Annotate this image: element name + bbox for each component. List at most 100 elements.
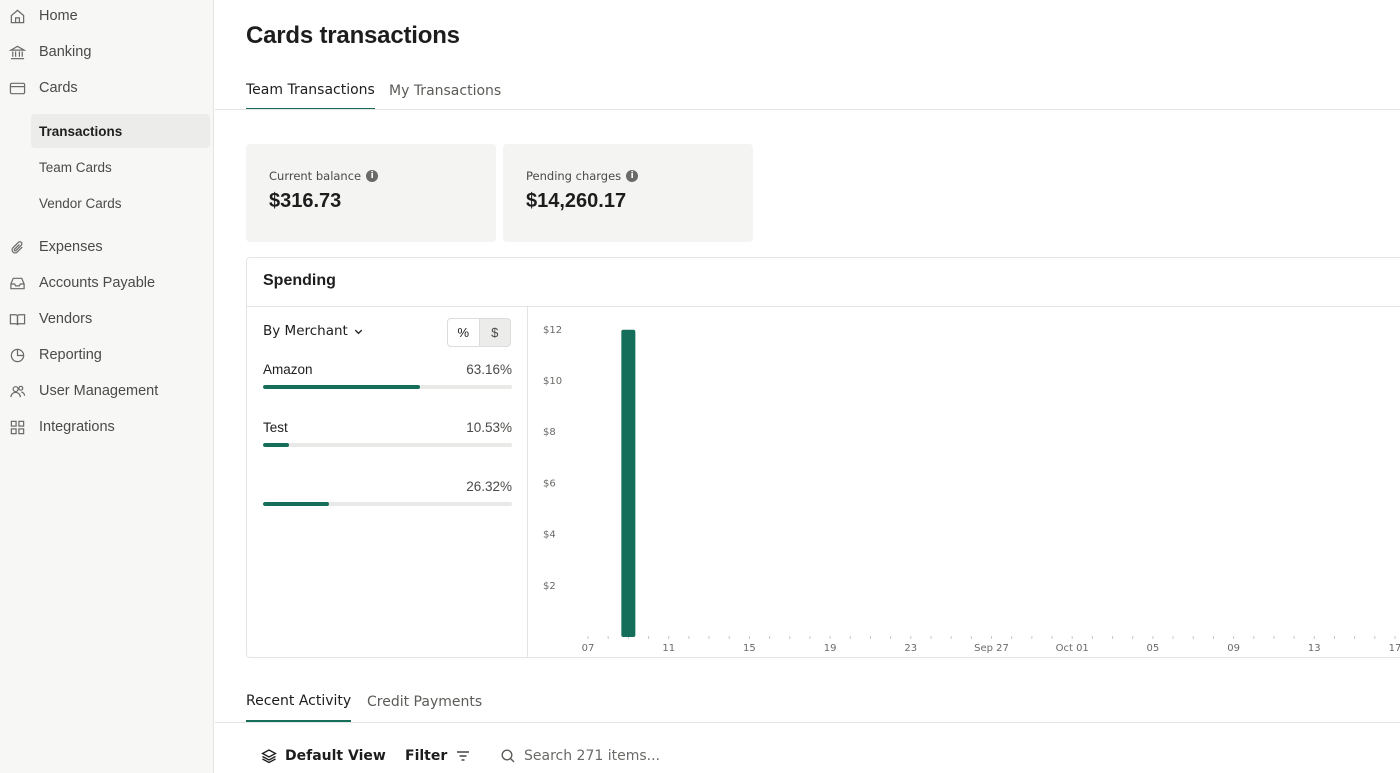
sidebar-item-label: Vendors [39, 311, 93, 327]
current-balance-label-row: Current balance i [269, 169, 379, 183]
default-view-button[interactable]: Default View [261, 745, 386, 767]
sidebar-item-label: Banking [39, 44, 92, 60]
current-balance-label: Current balance [269, 169, 362, 183]
merchant-progress-track [263, 443, 512, 447]
tab-my-transactions[interactable]: My Transactions [389, 72, 501, 110]
chevron-down-icon [354, 329, 363, 334]
sidebar-item-user-management[interactable]: User Management [0, 375, 214, 407]
current-balance-card: Current balance i $316.73 [246, 144, 496, 242]
sidebar-subitem-vendor-cards[interactable]: Vendor Cards [31, 186, 210, 220]
merchant-name: Test [263, 420, 288, 435]
users-icon [8, 382, 26, 400]
sidebar-item-home[interactable]: Home [0, 0, 214, 32]
pie-chart-icon [8, 346, 26, 364]
y-tick-label: $8 [543, 427, 556, 438]
y-tick-label: $4 [543, 530, 556, 541]
info-icon[interactable]: i [366, 170, 379, 182]
sidebar-item-label: Integrations [39, 419, 115, 435]
sidebar-item-label: Cards [39, 80, 78, 96]
group-by-dropdown[interactable]: By Merchant [263, 323, 364, 339]
inbox-icon [8, 274, 26, 292]
search-icon [501, 749, 515, 763]
card-icon [8, 79, 26, 97]
book-icon [8, 310, 26, 328]
y-tick-label: $6 [543, 478, 556, 489]
filter-button[interactable]: Filter [405, 745, 471, 767]
sidebar-item-expenses[interactable]: Expenses [0, 231, 214, 263]
sidebar-subitem-label: Team Cards [39, 159, 112, 175]
filter-label: Filter [405, 748, 448, 764]
spending-title: Spending [263, 272, 336, 289]
spending-chart: $12 $10 $8 $6 $4 $2 07 11 15 19 23 Sep 27 Oct 01 05 09… [528, 307, 1400, 657]
page-title: Cards transactions [246, 22, 460, 49]
y-tick-label: $10 [543, 376, 562, 387]
dollar-toggle-button[interactable]: $ [480, 319, 511, 346]
default-view-label: Default View [285, 748, 386, 764]
x-tick-label: 13 [1308, 643, 1321, 654]
x-tick-label: Sep 27 [974, 643, 1009, 654]
spending-panel: Spending By Merchant % $ Amazon 63.16% T… [246, 257, 1400, 658]
pending-charges-value: $14,260.17 [526, 190, 627, 212]
search-bar [500, 745, 824, 767]
current-balance-value: $316.73 [269, 190, 342, 212]
tab-team-transactions[interactable]: Team Transactions [246, 72, 375, 110]
sidebar-item-label: Home [39, 8, 78, 24]
merchant-progress-track [263, 502, 512, 506]
pending-charges-card: Pending charges i $14,260.17 [503, 144, 753, 242]
merchant-percent: 10.53% [466, 420, 512, 435]
sidebar-item-cards[interactable]: Cards [0, 72, 214, 104]
x-tick-label: 07 [582, 643, 595, 654]
x-tick-label: 11 [662, 643, 675, 654]
paperclip-icon [8, 238, 26, 256]
pending-charges-label: Pending charges [526, 169, 622, 183]
merchant-progress-fill [263, 502, 329, 506]
merchant-row[interactable]: 26.32% [263, 479, 512, 519]
sidebar-item-label: Accounts Payable [39, 275, 156, 291]
x-tick-label: 15 [743, 643, 756, 654]
merchant-percent: 26.32% [466, 479, 512, 494]
group-by-label: By Merchant [263, 323, 348, 339]
sidebar-item-accounts-payable[interactable]: Accounts Payable [0, 267, 214, 299]
info-icon[interactable]: i [626, 170, 639, 182]
x-tick-label: 19 [824, 643, 837, 654]
merchant-percent: 63.16% [466, 362, 512, 377]
sidebar-subitem-team-cards[interactable]: Team Cards [31, 150, 210, 184]
layers-icon [261, 749, 277, 764]
percent-toggle-button[interactable]: % [448, 319, 480, 346]
sidebar-subitem-label: Transactions [39, 123, 123, 139]
spending-bar [621, 329, 636, 637]
sidebar: Home Banking Cards Transactions Team Car… [0, 0, 214, 773]
merchant-row[interactable]: Test 10.53% [263, 420, 512, 460]
sidebar-item-label: Expenses [39, 239, 103, 255]
pending-charges-label-row: Pending charges i [526, 169, 639, 183]
merchant-progress-track [263, 385, 512, 389]
sidebar-item-vendors[interactable]: Vendors [0, 303, 214, 335]
sidebar-item-label: User Management [39, 383, 159, 399]
merchant-row[interactable]: Amazon 63.16% [263, 362, 512, 402]
sidebar-item-integrations[interactable]: Integrations [0, 411, 214, 443]
bank-icon [8, 43, 26, 61]
percent-dollar-toggle: % $ [447, 318, 511, 347]
sidebar-item-banking[interactable]: Banking [0, 36, 214, 68]
home-icon [8, 7, 26, 25]
grid-icon [8, 418, 26, 436]
filter-icon [457, 751, 470, 761]
tab-recent-activity[interactable]: Recent Activity [246, 682, 352, 722]
activity-tabs-divider [215, 722, 1400, 723]
y-tick-label: $2 [543, 581, 556, 592]
x-tick-label: 09 [1227, 643, 1240, 654]
x-tick-label: 05 [1147, 643, 1160, 654]
sidebar-item-label: Reporting [39, 347, 102, 363]
sidebar-subitem-transactions[interactable]: Transactions [31, 114, 210, 148]
merchant-progress-fill [263, 385, 421, 389]
sidebar-subitem-label: Vendor Cards [39, 195, 122, 211]
tab-credit-payments[interactable]: Credit Payments [367, 682, 482, 722]
search-input[interactable] [524, 748, 824, 764]
sidebar-item-reporting[interactable]: Reporting [0, 339, 214, 371]
tabs-divider [215, 109, 1400, 110]
merchant-name: Amazon [263, 362, 313, 377]
x-tick-label: Oct 01 [1056, 643, 1089, 654]
y-tick-label: $12 [543, 325, 562, 336]
x-tick-label: 23 [904, 643, 917, 654]
merchant-progress-fill [263, 443, 290, 447]
